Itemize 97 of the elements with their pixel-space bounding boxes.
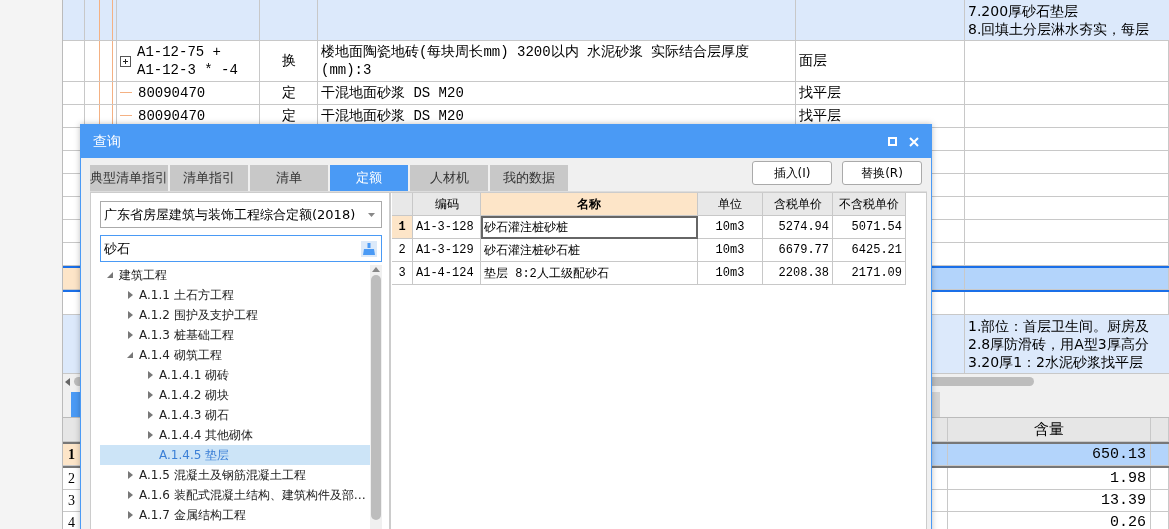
tree-item-label: A.1.4.3 砌石 bbox=[159, 406, 230, 424]
code-cell: A1-3-128 bbox=[413, 216, 481, 239]
dropdown-caret-icon[interactable] bbox=[368, 212, 375, 217]
unit-cell: 10m3 bbox=[698, 216, 763, 239]
column-header: 不含税单价 bbox=[833, 193, 906, 216]
description-line: 7.200厚砂石垫层 bbox=[968, 2, 1080, 20]
tree-item[interactable]: A.1.4 砌筑工程 bbox=[100, 345, 370, 365]
expand-caret-icon[interactable] bbox=[146, 391, 154, 399]
row-number: 1 bbox=[63, 444, 81, 466]
tree-item[interactable]: A.1.4.1 砌砖 bbox=[100, 365, 370, 385]
expand-caret-icon[interactable] bbox=[126, 331, 134, 339]
tree-item[interactable]: A.1.3 桩基础工程 bbox=[100, 325, 370, 345]
expand-caret-icon[interactable] bbox=[146, 371, 154, 379]
tree-item[interactable]: A.1.6 装配式混凝土结构、建筑构件及部… bbox=[100, 485, 370, 505]
description-line: 8.回填土分层淋水夯实，每层 bbox=[968, 20, 1151, 38]
quota-code: 80090470 bbox=[138, 84, 206, 102]
column-header: 单位 bbox=[698, 193, 763, 216]
price-cell: 5071.54 bbox=[833, 216, 906, 239]
tab[interactable]: 我的数据 bbox=[490, 165, 568, 191]
price-cell: 5274.94 bbox=[763, 216, 833, 239]
amount-cell: 650.13 bbox=[948, 444, 1151, 466]
description-line: 2.8厚防滑砖，用A型3厚高分 bbox=[968, 335, 1150, 353]
tab[interactable]: 清单 bbox=[250, 165, 328, 191]
expand-box-icon[interactable] bbox=[120, 55, 131, 67]
tree-item[interactable]: A.1.5 混凝土及钢筋混凝土工程 bbox=[100, 465, 370, 485]
tree-item-label: A.1.4.4 其他砌体 bbox=[159, 426, 254, 444]
tab[interactable]: 清单指引 bbox=[170, 165, 248, 191]
column-header: 含税单价 bbox=[763, 193, 833, 216]
scroll-thumb[interactable] bbox=[371, 275, 381, 520]
maximize-icon[interactable] bbox=[888, 137, 897, 146]
library-name: 广东省房屋建筑与装饰工程综合定额(2018) bbox=[104, 205, 356, 224]
scroll-left-icon[interactable] bbox=[65, 377, 71, 386]
tree-connector-icon bbox=[120, 115, 132, 117]
tree-item-label: A.1.2 围护及支护工程 bbox=[139, 306, 258, 324]
tab[interactable]: 人材机 bbox=[410, 165, 488, 191]
column-header: 名称 bbox=[481, 193, 698, 216]
grid-cell bbox=[1151, 444, 1169, 466]
code-cell: A1-3-129 bbox=[413, 239, 481, 262]
price-cell: 2208.38 bbox=[763, 262, 833, 285]
tree-item[interactable]: 建筑工程 bbox=[100, 265, 370, 285]
tree-item[interactable]: A.1.4.4 其他砌体 bbox=[100, 425, 370, 445]
tree-item[interactable]: A.1.4.3 砌石 bbox=[100, 405, 370, 425]
tree-item-label: A.1.4.5 垫层 bbox=[159, 446, 230, 464]
name-cell: 砂石灌注桩砂石桩 bbox=[481, 239, 698, 262]
column-header: 编码 bbox=[413, 193, 481, 216]
tree-connector-icon bbox=[120, 92, 132, 94]
description-line: 3.20厚1：2水泥砂浆找平层 bbox=[968, 353, 1144, 371]
row-number: 3 bbox=[392, 262, 413, 285]
unit-cell: 10m3 bbox=[698, 262, 763, 285]
replace-button[interactable]: 替换(R) bbox=[842, 161, 922, 185]
tree-item-label: A.1.3 桩基础工程 bbox=[139, 326, 234, 344]
price-cell: 6679.77 bbox=[763, 239, 833, 262]
tree-item[interactable]: A.1.1 土石方工程 bbox=[100, 285, 370, 305]
tree-item-label: A.1.4.1 砌砖 bbox=[159, 366, 230, 384]
amount-cell: 0.26 bbox=[948, 512, 1151, 529]
expand-caret-icon[interactable] bbox=[146, 431, 154, 439]
row-number: 1 bbox=[392, 216, 413, 239]
unit-cell: 10m3 bbox=[698, 239, 763, 262]
tree-item-label: A.1.1 土石方工程 bbox=[139, 286, 234, 304]
name-cell: 垫层 8:2人工级配砂石 bbox=[481, 262, 698, 285]
tree-item[interactable]: A.1.4.2 砌块 bbox=[100, 385, 370, 405]
tree-item-label: A.1.7 金属结构工程 bbox=[139, 506, 246, 524]
tree-item-label: A.1.4.2 砌块 bbox=[159, 386, 230, 404]
vertical-scrollbar[interactable] bbox=[370, 265, 382, 529]
tree-item[interactable]: A.1.2 围护及支护工程 bbox=[100, 305, 370, 325]
price-cell: 2171.09 bbox=[833, 262, 906, 285]
price-cell: 6425.21 bbox=[833, 239, 906, 262]
collapse-caret-icon[interactable] bbox=[106, 271, 114, 279]
description-line: 1.部位：首层卫生间。厨房及 bbox=[968, 317, 1151, 335]
search-field[interactable]: 砂石 bbox=[100, 235, 382, 262]
code-cell: A1-4-124 bbox=[413, 262, 481, 285]
quota-row[interactable]: 80090470 定 干混地面砂浆 DS M20 找平层 bbox=[63, 82, 1169, 105]
tree-item-label: A.1.5 混凝土及钢筋混凝土工程 bbox=[139, 466, 306, 484]
name-cell: 砂石灌注桩砂桩 bbox=[481, 216, 698, 239]
quota-code: 80090470 bbox=[138, 107, 206, 125]
result-row[interactable]: 3 A1-4-124 垫层 8:2人工级配砂石 10m3 2208.38 2171.09 bbox=[392, 262, 926, 285]
bill-item-row[interactable]: 7.200厚砂石垫层 8.回填土分层淋水夯实，每层 bbox=[63, 0, 1169, 41]
expand-caret-icon[interactable] bbox=[126, 471, 134, 479]
library-dropdown[interactable]: 广东省房屋建筑与装饰工程综合定额(2018) bbox=[100, 201, 382, 228]
search-input[interactable]: 砂石 bbox=[104, 238, 361, 259]
tab[interactable]: 典型清单指引 bbox=[90, 165, 168, 191]
quota-code: A1-12-75 + bbox=[137, 43, 222, 61]
result-row[interactable]: 1 A1-3-128 砂石灌注桩砂桩 10m3 5274.94 5071.54 bbox=[392, 216, 926, 239]
tree-item[interactable]: A.1.7 金属结构工程 bbox=[100, 505, 370, 525]
quota-row[interactable]: A1-12-75 + A1-12-3 * -4 换 楼地面陶瓷地砖(每块周长mm) 3200以内 水泥砂浆 实际结合层厚度(mm):3 面层 bbox=[63, 41, 1169, 82]
tree-item-label: 建筑工程 bbox=[119, 266, 167, 284]
quota-code: A1-12-3 * -4 bbox=[137, 61, 238, 79]
result-row[interactable]: 2 A1-3-129 砂石灌注桩砂石桩 10m3 6679.77 6425.21 bbox=[392, 239, 926, 262]
close-icon[interactable] bbox=[909, 136, 919, 147]
dialog-title: 查询 bbox=[93, 132, 121, 151]
tree-item-label: A.1.6 装配式混凝土结构、建筑构件及部… bbox=[139, 486, 366, 504]
tree-item-label: A.1.4 砌筑工程 bbox=[139, 346, 222, 364]
insert-button[interactable]: 插入(I) bbox=[752, 161, 832, 185]
broom-icon[interactable] bbox=[361, 240, 377, 257]
collapse-caret-icon[interactable] bbox=[126, 351, 134, 359]
row-number: 2 bbox=[392, 239, 413, 262]
expand-caret-icon[interactable] bbox=[126, 311, 134, 319]
